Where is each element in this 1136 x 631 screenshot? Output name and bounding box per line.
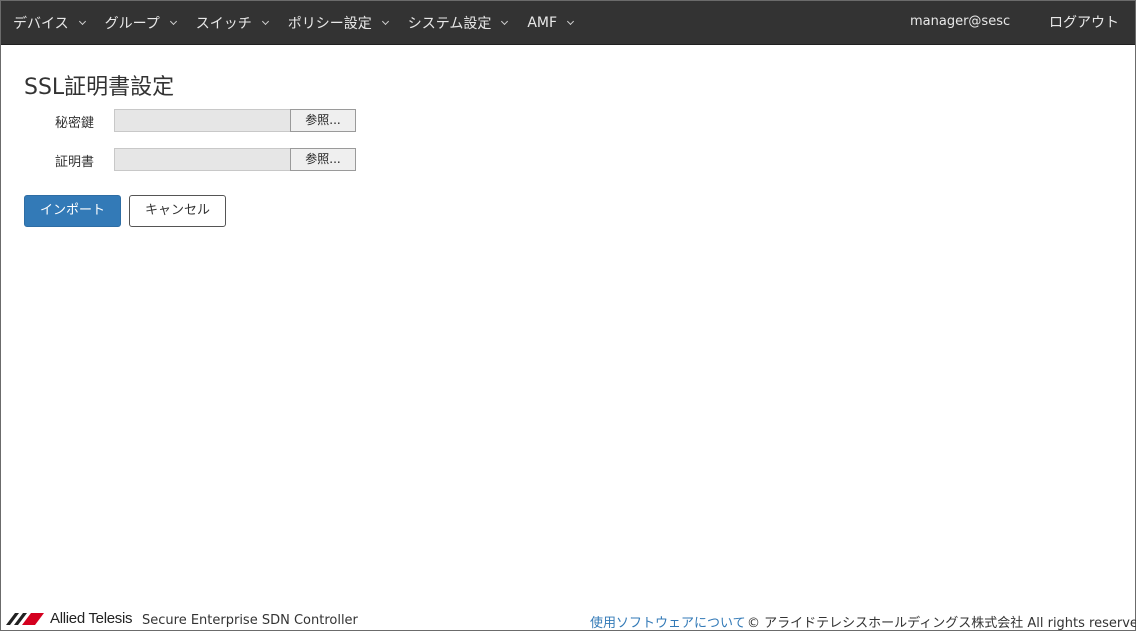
cancel-button[interactable]: キャンセル [129,195,226,227]
user-menu[interactable]: manager@sesc [910,14,1010,29]
private-key-file-input[interactable] [114,109,291,132]
nav-item-label: デバイス [13,16,69,32]
copyright-text: © アライドテレシスホールディングス株式会社 All rights reserv… [747,616,1136,631]
private-key-label: 秘密鍵 [55,116,95,131]
certificate-row: 証明書 参照... [1,148,401,172]
nav-item-groups[interactable]: グループ [104,13,177,33]
allied-telesis-logo: Allied Telesis [6,610,133,627]
page-title: SSL証明書設定 [24,75,175,100]
chevron-down-icon [261,17,269,25]
nav-item-amf[interactable]: AMF [527,15,575,31]
nav-item-policy-settings[interactable]: ポリシー設定 [287,13,389,33]
nav-item-label: システム設定 [407,16,492,32]
nav-item-switches[interactable]: スイッチ [195,13,269,33]
chevron-down-icon [501,17,509,25]
import-button[interactable]: インポート [24,195,121,227]
certificate-browse-button[interactable]: 参照... [290,148,356,171]
nav-item-label: スイッチ [195,16,252,32]
top-navbar: デバイス グループ スイッチ ポリシー設定 システム設定 AMF manager… [1,1,1135,45]
footer: Allied Telesis Secure Enterprise SDN Con… [1,607,1136,631]
logo-text: Allied Telesis [50,610,133,627]
certificate-label: 証明書 [55,155,95,170]
private-key-browse-button[interactable]: 参照... [290,109,356,132]
nav-item-devices[interactable]: デバイス [13,13,86,33]
nav-item-system-settings[interactable]: システム設定 [407,13,509,33]
nav-item-label: AMF [527,15,558,31]
chevron-down-icon [567,17,575,25]
nav-item-label: グループ [104,16,160,32]
product-name: Secure Enterprise SDN Controller [142,613,358,628]
private-key-row: 秘密鍵 参照... [1,109,401,133]
nav-item-label: ポリシー設定 [287,16,372,32]
certificate-file-input[interactable] [114,148,291,171]
logout-link[interactable]: ログアウト [1049,12,1119,32]
allied-telesis-logo-icon [6,612,44,625]
chevron-down-icon [381,17,389,25]
chevron-down-icon [78,17,86,25]
nav-menu: デバイス グループ スイッチ ポリシー設定 システム設定 AMF [13,1,593,45]
software-info-link[interactable]: 使用ソフトウェアについて [590,612,746,631]
chevron-down-icon [169,17,177,25]
